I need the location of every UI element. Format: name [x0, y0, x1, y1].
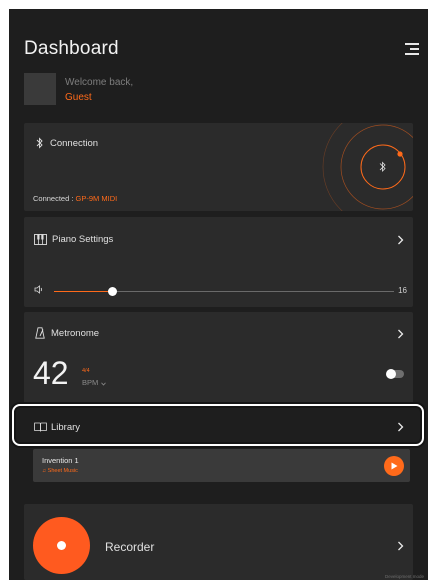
connection-label: Connection	[50, 138, 99, 149]
song-type: ♫ Sheet Music	[42, 468, 78, 474]
library-song-item[interactable]: Invention 1 ♫ Sheet Music	[33, 449, 410, 482]
menu-icon[interactable]	[405, 43, 419, 55]
chevron-right-icon[interactable]	[397, 329, 404, 339]
library-row[interactable]: Library	[12, 404, 424, 446]
chevron-right-icon[interactable]	[397, 235, 404, 245]
piano-settings-label: Piano Settings	[52, 234, 114, 245]
chevron-right-icon[interactable]	[397, 541, 404, 551]
connection-status-prefix: Connected :	[33, 194, 76, 203]
page-title: Dashboard	[24, 38, 119, 59]
chevron-down-icon[interactable]	[101, 382, 106, 386]
record-button[interactable]	[33, 517, 90, 574]
connection-radar-graphic	[322, 123, 413, 211]
song-title: Invention 1	[42, 456, 79, 465]
development-mode-note: Development mode	[384, 574, 424, 579]
metronome-toggle[interactable]	[386, 369, 404, 379]
bpm-label: BPM	[82, 378, 99, 387]
bpm-value[interactable]: 42	[33, 355, 69, 392]
metronome-icon	[35, 327, 45, 339]
library-section: Library Invention 1 ♫ Sheet Music	[12, 404, 424, 482]
volume-slider-fill	[54, 291, 112, 292]
volume-value: 16	[398, 286, 407, 295]
volume-icon	[34, 285, 43, 294]
recorder-label: Recorder	[105, 540, 155, 554]
metronome-toggle-knob	[386, 369, 396, 379]
time-signature[interactable]: 4/4	[82, 368, 90, 374]
user-name[interactable]: Guest	[65, 92, 92, 103]
piano-icon	[34, 234, 47, 245]
top-bar: Dashboard	[9, 9, 428, 79]
welcome-text: Welcome back,	[65, 77, 134, 88]
connected-device: GP-9M MIDI	[75, 194, 118, 203]
play-icon	[391, 462, 398, 470]
play-button[interactable]	[384, 456, 404, 476]
volume-slider[interactable]	[54, 287, 394, 296]
connection-status: Connected : GP-9M MIDI	[33, 194, 117, 203]
user-greeting: Welcome back, Guest	[24, 73, 324, 109]
volume-slider-handle[interactable]	[108, 287, 117, 296]
bluetooth-icon	[36, 137, 43, 149]
library-highlight-outline	[12, 404, 424, 446]
app-screen: Dashboard Welcome back, Guest Connection…	[9, 9, 428, 580]
connection-card[interactable]: Connection Connected : GP-9M MIDI	[24, 123, 413, 211]
recorder-card[interactable]: Recorder	[24, 504, 413, 580]
piano-settings-card[interactable]: Piano Settings 16	[24, 217, 413, 307]
metronome-card[interactable]: Metronome 42 4/4 BPM	[24, 312, 413, 407]
record-icon	[57, 541, 66, 550]
metronome-label: Metronome	[51, 328, 100, 339]
avatar[interactable]	[24, 73, 56, 105]
song-type-label: Sheet Music	[47, 468, 78, 474]
